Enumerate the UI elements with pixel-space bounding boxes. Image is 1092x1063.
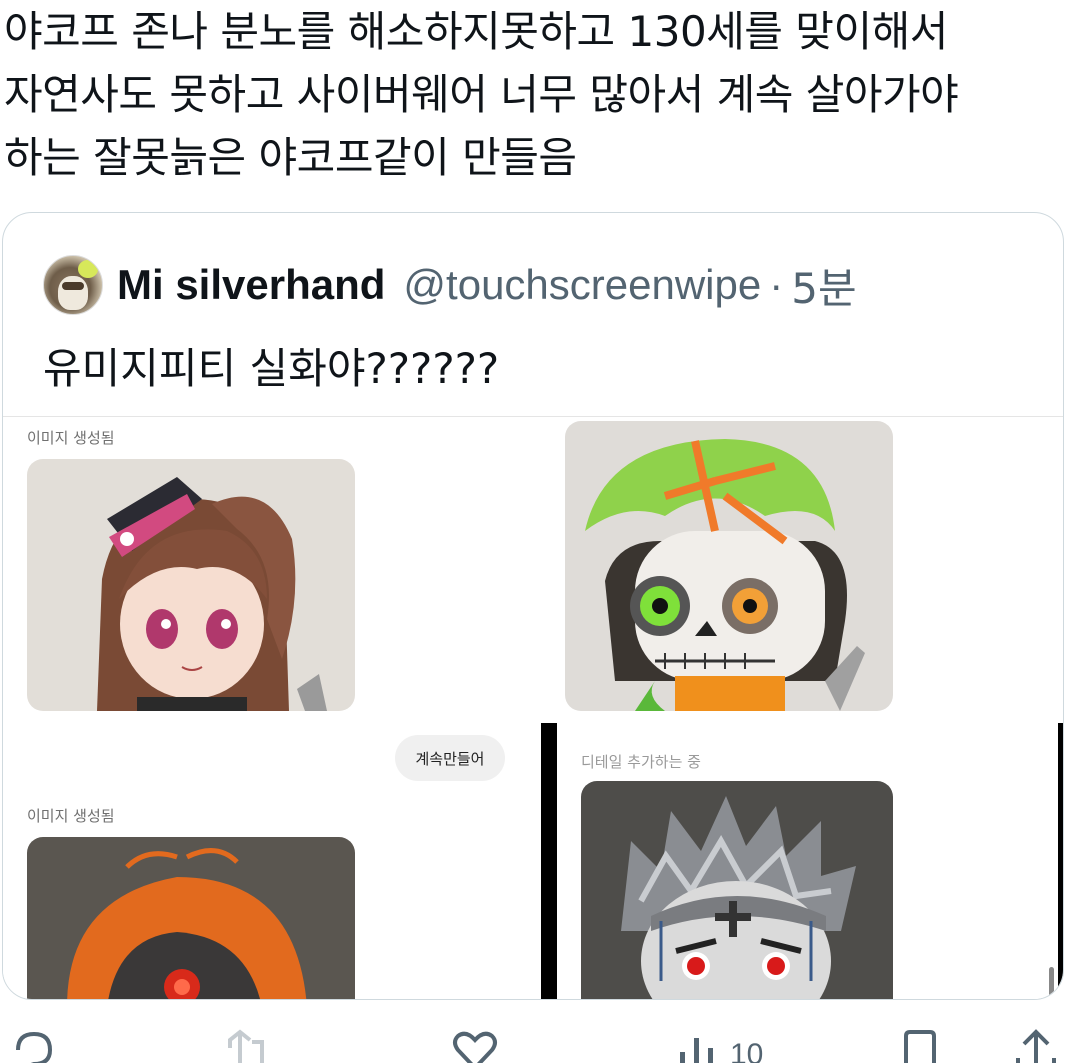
figure-thumbnail-skull — [565, 421, 893, 711]
share-icon — [1016, 1029, 1056, 1063]
generated-label: 이미지 생성됨 — [27, 429, 115, 447]
display-name[interactable]: Mi silverhand — [117, 261, 385, 309]
speech-bubble-icon — [16, 1031, 53, 1063]
continue-making-button[interactable]: 계속만들어 — [395, 735, 505, 781]
retweet-button[interactable] — [224, 1028, 274, 1063]
quoted-tweet-card[interactable]: Mi silverhand @touchscreenwipe · 5분 유미지피… — [2, 212, 1064, 1000]
scrollbar[interactable] — [1049, 967, 1054, 997]
retweet-icon — [228, 1029, 264, 1063]
generated-label: 이미지 생성됨 — [27, 807, 115, 825]
share-button[interactable] — [1014, 1028, 1058, 1063]
quoted-tweet-text: 유미지피티 실화야?????? — [43, 344, 500, 393]
like-button[interactable] — [450, 1028, 500, 1063]
bookmark-icon — [904, 1030, 936, 1063]
figure-thumbnail-cyborg — [27, 837, 355, 999]
attached-image[interactable]: 이미지 생성됨 계속만들어 이미지 생성됨 디테일 추가하는 중 — [3, 416, 1063, 999]
tweet-action-bar: 10 — [0, 1020, 1092, 1063]
heart-icon — [453, 1031, 497, 1063]
detail-progress-label: 디테일 추가하는 중 — [581, 753, 701, 771]
reply-button[interactable] — [12, 1028, 56, 1063]
figure-thumbnail-grey-hair — [581, 781, 893, 999]
timestamp[interactable]: 5분 — [791, 255, 856, 316]
tweet-text: 야코프 존나 분노를 해소하지못하고 130세를 맞이해서 자연사도 못하고 사… — [4, 7, 959, 182]
quoted-tweet-header: Mi silverhand @touchscreenwipe · 5분 — [43, 253, 857, 317]
separator-dot: · — [769, 261, 784, 308]
avatar[interactable] — [43, 255, 103, 315]
bar-chart-icon — [680, 1038, 713, 1063]
bookmark-button[interactable] — [900, 1028, 940, 1063]
views-count: 10 — [730, 1038, 764, 1063]
user-handle[interactable]: @touchscreenwipe — [403, 261, 761, 309]
figure-thumbnail-girl — [27, 459, 355, 711]
views-button[interactable]: 10 — [676, 1028, 763, 1063]
